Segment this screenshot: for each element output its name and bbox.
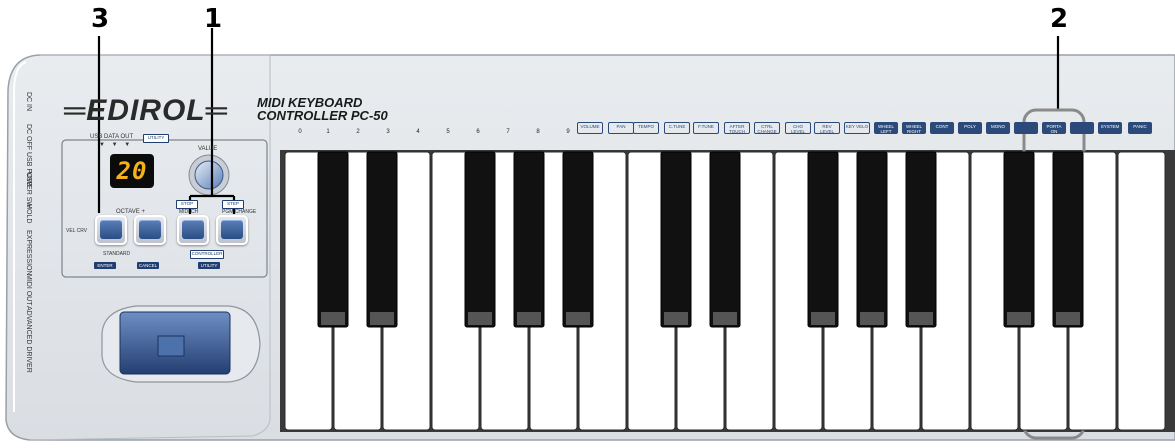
side-label: ADVANCED DRIVER xyxy=(25,306,32,373)
key-function-label: PANIC xyxy=(1128,122,1152,134)
key-function-label: TEMPO xyxy=(633,122,659,134)
side-label: USB xyxy=(25,172,32,187)
pgm-change-button[interactable] xyxy=(216,215,248,245)
key-number-label: 9 xyxy=(566,129,570,135)
black-key-tip xyxy=(517,312,541,325)
key-function-label: CONT xyxy=(930,122,954,134)
black-key-tip xyxy=(664,312,688,325)
model-line-2: CONTROLLER PC-50 xyxy=(257,108,388,123)
key-function-label xyxy=(1014,122,1038,134)
standard-label: STANDARD xyxy=(103,251,131,257)
octave-minus-button[interactable] xyxy=(95,215,127,245)
usb-data-out-label: USB DATA OUT xyxy=(90,134,134,140)
key-number-label: 5 xyxy=(446,129,450,135)
key-function-label: WHEEL LEFT xyxy=(874,122,898,134)
key-function-label xyxy=(1070,122,1094,134)
black-key[interactable] xyxy=(366,151,398,328)
black-key-tip xyxy=(566,312,590,325)
side-label: MIDI OUT xyxy=(25,274,32,306)
side-label: DC IN xyxy=(25,92,32,112)
utility-tag: UTILITY xyxy=(143,134,169,143)
key-function-label: MONO xyxy=(986,122,1010,134)
black-key[interactable] xyxy=(464,151,496,328)
key-function-label: CTRL CHANGE xyxy=(754,122,780,134)
white-key[interactable] xyxy=(1117,151,1166,431)
key-function-label: PAN xyxy=(608,122,634,134)
controller-label: CONTROLLER xyxy=(190,250,224,259)
key-number-label: 0 xyxy=(298,129,302,135)
black-key[interactable] xyxy=(562,151,594,328)
black-key[interactable] xyxy=(317,151,349,328)
callout-3: 3 xyxy=(91,4,110,34)
black-key-tip xyxy=(1007,312,1031,325)
black-key[interactable] xyxy=(856,151,888,328)
mix-tag: STOP xyxy=(176,200,198,209)
black-key[interactable] xyxy=(1052,151,1084,328)
callout-1: 1 xyxy=(204,4,223,34)
black-key[interactable] xyxy=(660,151,692,328)
black-key-tip xyxy=(1056,312,1080,325)
key-function-label: WHEEL RIGHT xyxy=(902,122,926,134)
key-number-label: 2 xyxy=(356,129,360,135)
black-key[interactable] xyxy=(807,151,839,328)
led-display: 20 xyxy=(110,154,154,188)
key-number-label: 3 xyxy=(386,129,390,135)
key-function-label: C.TUNE xyxy=(664,122,690,134)
black-key-tip xyxy=(860,312,884,325)
key-function-label: F.TUNE xyxy=(693,122,719,134)
black-key[interactable] xyxy=(513,151,545,328)
brand-text: EDIROL xyxy=(86,94,206,127)
key-function-label: REV LEVEL xyxy=(814,122,840,134)
side-label: EXPRESSION xyxy=(25,230,32,276)
arrow-indicators: ▼ ▼ ▼ xyxy=(99,142,131,148)
black-key-tip xyxy=(468,312,492,325)
porta-tag: STEP xyxy=(222,200,244,209)
black-key[interactable] xyxy=(905,151,937,328)
model-name: MIDI KEYBOARD CONTROLLER PC-50 xyxy=(257,96,388,122)
key-number-label: 6 xyxy=(476,129,480,135)
key-function-label: PORTA ON xyxy=(1042,122,1066,134)
utility-tag-2: UTILITY xyxy=(198,262,220,269)
cancel-tag: CANCEL xyxy=(137,262,159,269)
callout-2: 2 xyxy=(1050,4,1069,34)
octave-plus-button[interactable] xyxy=(134,215,166,245)
black-key-tip xyxy=(370,312,394,325)
black-key-tip xyxy=(713,312,737,325)
key-function-label: KEY VELO xyxy=(844,122,870,134)
black-key[interactable] xyxy=(709,151,741,328)
value-label: VALUE xyxy=(198,146,218,152)
black-key[interactable] xyxy=(1003,151,1035,328)
pc50-keyboard-illustration: 3 1 2 ═EDIROL═ MIDI KEYBOARD CONTROLLER … xyxy=(0,0,1175,448)
key-number-label: 8 xyxy=(536,129,540,135)
black-key-tip xyxy=(811,312,835,325)
key-function-label: AFTER TOUCH xyxy=(724,122,750,134)
rear-panel-labels: DC IN DC OFF USB POWER SW USB HOLD EXPRE… xyxy=(18,92,40,373)
black-key-tip xyxy=(909,312,933,325)
enter-tag: ENTER xyxy=(94,262,116,269)
black-key-tip xyxy=(321,312,345,325)
key-function-label: VOLUME xyxy=(577,122,603,134)
brand-logo: ═EDIROL═ xyxy=(64,94,228,127)
key-number-label: 1 xyxy=(326,129,330,135)
side-label: DC OFF USB POWER SW xyxy=(25,124,32,208)
key-number-label: 7 xyxy=(506,129,510,135)
vel-crv-label: VEL CRV xyxy=(66,228,88,234)
midi-ch-button[interactable] xyxy=(177,215,209,245)
key-function-label: CHO LEVEL xyxy=(785,122,811,134)
key-function-label: SYSTEM xyxy=(1098,122,1122,134)
key-function-label: POLY xyxy=(958,122,982,134)
key-number-label: 4 xyxy=(416,129,420,135)
side-label: HOLD xyxy=(25,204,32,224)
